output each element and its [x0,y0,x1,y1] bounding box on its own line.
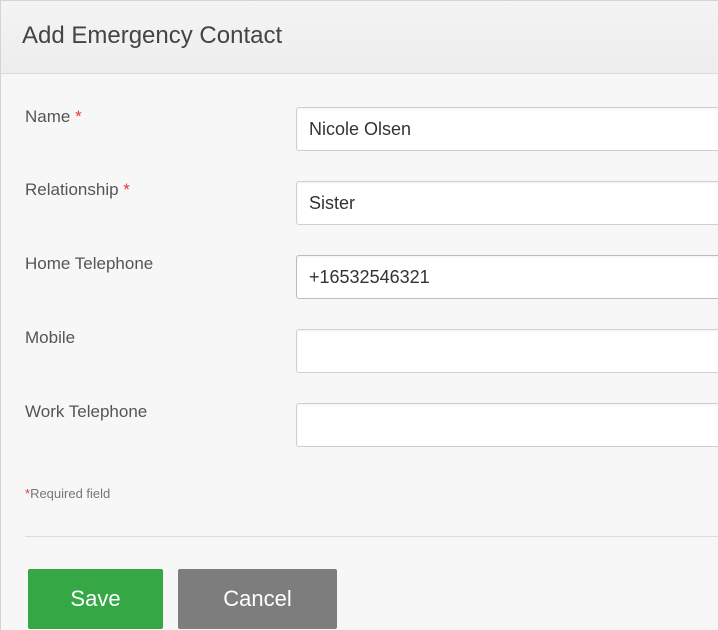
work-telephone-input[interactable] [296,403,718,447]
relationship-label-text: Relationship [25,180,119,199]
panel-header: Add Emergency Contact [1,1,718,74]
relationship-input[interactable] [296,181,718,225]
cancel-button[interactable]: Cancel [178,569,337,629]
emergency-contact-form-panel: Add Emergency Contact Name * Relationshi… [0,0,718,630]
home-telephone-label: Home Telephone [25,254,154,273]
work-telephone-label: Work Telephone [25,402,148,421]
mobile-input[interactable] [296,329,718,373]
form-divider [25,536,718,537]
relationship-label: Relationship * [25,179,130,201]
panel-title: Add Emergency Contact [22,22,283,49]
required-field-note: *Required field [25,486,110,501]
save-button[interactable]: Save [28,569,163,629]
required-mark: * [75,107,82,126]
required-mark: * [123,180,130,199]
name-label-text: Name [25,107,71,126]
name-input[interactable] [296,107,718,151]
mobile-label: Mobile [25,328,76,347]
name-label: Name * [25,106,82,128]
home-telephone-input[interactable] [296,255,718,299]
required-field-text: Required field [30,486,111,501]
